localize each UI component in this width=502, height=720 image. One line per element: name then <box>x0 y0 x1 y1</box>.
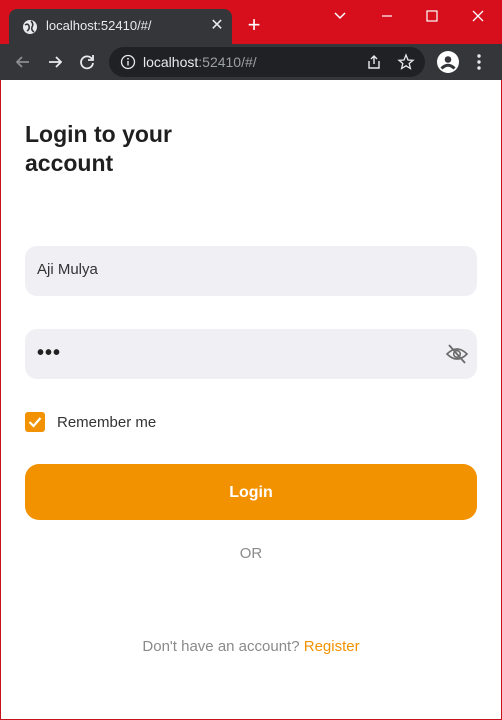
url-text[interactable]: localhost:52410/#/ <box>143 54 257 70</box>
remember-me-label[interactable]: Remember me <box>57 414 156 431</box>
register-link[interactable]: Register <box>304 638 360 655</box>
address-bar[interactable]: localhost:52410/#/ <box>109 47 425 77</box>
username-field[interactable]: Aji Mulya <box>25 246 477 296</box>
password-field[interactable]: ••• <box>25 329 477 379</box>
tab-strip: localhost:52410/#/ ✕ + <box>0 0 502 44</box>
or-divider: OR <box>239 545 263 562</box>
person-icon <box>440 56 456 70</box>
arrow-left-icon[interactable] <box>12 51 34 73</box>
register-prompt: Don't have an account? <box>142 638 300 655</box>
browser-toolbar: localhost:52410/#/ <box>0 44 502 80</box>
close-tab-icon[interactable]: ✕ <box>208 17 226 35</box>
login-page: Login to your account Aji Mulya ••• Reme… <box>1 80 501 719</box>
remember-me-checkbox[interactable] <box>25 412 45 432</box>
star-icon[interactable] <box>397 53 415 71</box>
browser-tab[interactable]: localhost:52410/#/ ✕ <box>9 9 232 44</box>
tab-title: localhost:52410/#/ <box>46 18 152 33</box>
page-title: Login to your account <box>25 121 172 176</box>
browser-window: localhost:52410/#/ ✕ + localhost:52410/#… <box>0 0 502 720</box>
new-tab-button[interactable]: + <box>243 14 265 37</box>
tab-search-chevron-icon[interactable] <box>327 6 353 26</box>
url-path: :52410/#/ <box>198 54 257 70</box>
arrow-right-icon[interactable] <box>44 51 66 73</box>
globe-icon <box>23 20 37 34</box>
kebab-menu-icon[interactable] <box>472 51 486 73</box>
password-value[interactable]: ••• <box>37 342 61 365</box>
login-button[interactable]: Login <box>25 464 477 520</box>
register-line: Don't have an account? Register <box>1 638 501 655</box>
close-window-icon[interactable] <box>465 6 491 26</box>
maximize-icon[interactable] <box>419 6 445 26</box>
eye-off-icon[interactable] <box>445 343 469 365</box>
reload-icon[interactable] <box>76 51 98 73</box>
profile-icon[interactable] <box>437 51 459 73</box>
info-icon[interactable] <box>120 54 136 70</box>
minimize-icon[interactable] <box>374 6 400 26</box>
username-value[interactable]: Aji Mulya <box>37 261 98 278</box>
check-icon <box>28 417 42 428</box>
url-host: localhost <box>143 54 199 70</box>
share-icon[interactable] <box>365 53 383 71</box>
